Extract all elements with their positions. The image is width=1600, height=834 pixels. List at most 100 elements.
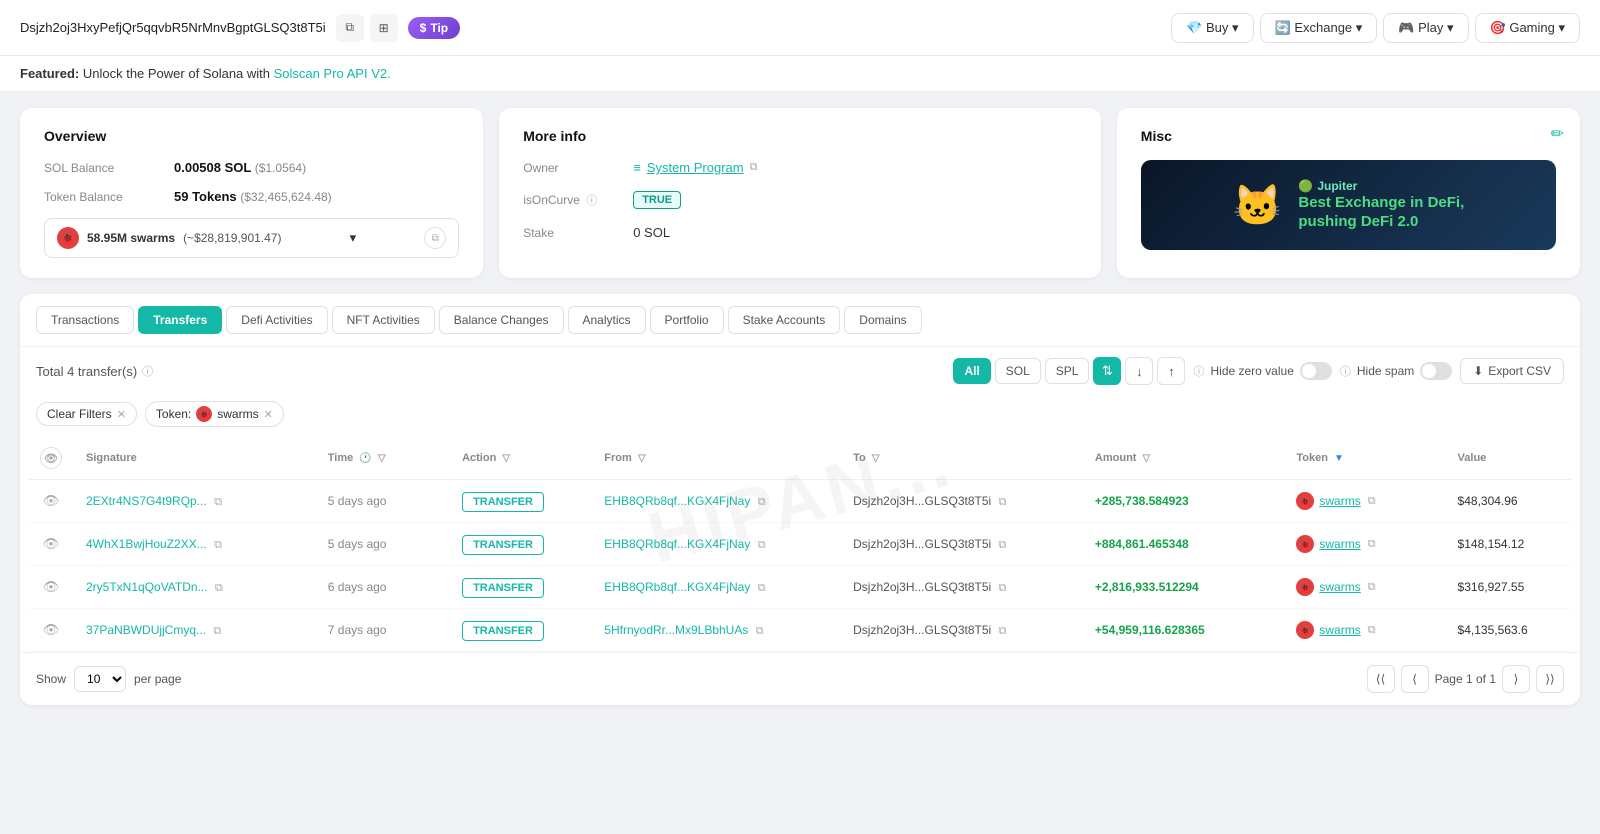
edit-icon[interactable]: ✏ bbox=[1551, 124, 1564, 144]
play-nav-button[interactable]: 🎮 Play ▾ bbox=[1383, 13, 1468, 43]
filter-sol-button[interactable]: SOL bbox=[995, 358, 1041, 384]
copy-token-icon-3[interactable]: ⧉ bbox=[1368, 624, 1376, 637]
next-page-button[interactable]: ⟩ bbox=[1502, 665, 1530, 693]
eye-icon-2[interactable]: 👁 bbox=[43, 579, 60, 594]
hide-zero-toggle[interactable] bbox=[1300, 362, 1332, 380]
row-eye-1[interactable]: 👁 bbox=[28, 523, 74, 566]
qr-code-button[interactable]: ⊞ bbox=[370, 14, 398, 42]
per-page-select[interactable]: 10 25 50 bbox=[74, 666, 126, 692]
token-cell-0: 🐞 swarms ⧉ bbox=[1296, 492, 1433, 510]
sig-link-2[interactable]: 2ry5TxN1qQoVATDn... bbox=[86, 580, 208, 594]
row-action-1: TRANSFER bbox=[450, 523, 592, 566]
row-token-1: 🐞 swarms ⧉ bbox=[1284, 523, 1445, 566]
tab-stake-accounts[interactable]: Stake Accounts bbox=[728, 306, 841, 334]
direction-both-button[interactable]: ⇅ bbox=[1093, 357, 1121, 385]
from-link-0[interactable]: EHB8QRb8qf...KGX4FjNay bbox=[604, 494, 750, 508]
token-cell-link-0[interactable]: swarms bbox=[1319, 494, 1360, 508]
copy-token-button[interactable]: ⧉ bbox=[424, 227, 446, 249]
copy-sig-icon-0[interactable]: ⧉ bbox=[214, 496, 222, 508]
row-eye-0[interactable]: 👁 bbox=[28, 480, 74, 523]
tab-defi-activities[interactable]: Defi Activities bbox=[226, 306, 327, 334]
copy-from-icon-0[interactable]: ⧉ bbox=[758, 496, 766, 508]
time-filter-icon[interactable]: ▽ bbox=[378, 453, 386, 464]
tab-analytics[interactable]: Analytics bbox=[568, 306, 646, 334]
tab-transactions[interactable]: Transactions bbox=[36, 306, 134, 334]
hide-spam-toggle[interactable] bbox=[1420, 362, 1452, 380]
amount-filter-icon[interactable]: ▽ bbox=[1143, 453, 1151, 464]
copy-token-icon-1[interactable]: ⧉ bbox=[1368, 538, 1376, 551]
system-program-link[interactable]: System Program bbox=[647, 160, 744, 175]
time-clock-icon[interactable]: 🕐 bbox=[359, 453, 371, 464]
action-filter-icon[interactable]: ▽ bbox=[502, 453, 510, 464]
tab-portfolio[interactable]: Portfolio bbox=[650, 306, 724, 334]
token-filter-tag[interactable]: Token: 🐞 swarms ✕ bbox=[145, 401, 284, 427]
copy-from-icon-3[interactable]: ⧉ bbox=[756, 625, 764, 637]
from-link-2[interactable]: EHB8QRb8qf...KGX4FjNay bbox=[604, 580, 750, 594]
exchange-nav-button[interactable]: 🔄 Exchange ▾ bbox=[1260, 13, 1378, 43]
last-page-button[interactable]: ⟩⟩ bbox=[1536, 665, 1564, 693]
copy-to-icon-0[interactable]: ⧉ bbox=[999, 496, 1007, 508]
row-eye-3[interactable]: 👁 bbox=[28, 609, 74, 652]
copy-owner-icon[interactable]: ⧉ bbox=[750, 161, 758, 174]
from-link-3[interactable]: 5HfrnyodRr...Mx9LBbhUAs bbox=[604, 623, 748, 637]
topbar-nav: 💎 Buy ▾ 🔄 Exchange ▾ 🎮 Play ▾ 🎯 Gaming ▾ bbox=[1171, 13, 1580, 43]
eye-icon-0[interactable]: 👁 bbox=[43, 493, 60, 508]
eye-header-icon[interactable]: 👁 bbox=[40, 447, 62, 469]
copy-token-icon-0[interactable]: ⧉ bbox=[1368, 495, 1376, 508]
misc-banner[interactable]: 🐱 🟢 Jupiter Best Exchange in DeFi,pushin… bbox=[1141, 160, 1556, 250]
tip-badge[interactable]: $ Tip bbox=[408, 17, 460, 39]
export-csv-button[interactable]: ⬇ Export CSV bbox=[1460, 358, 1564, 384]
copy-address-button[interactable]: ⧉ bbox=[336, 14, 364, 42]
sol-balance-label: SOL Balance bbox=[44, 161, 174, 175]
buy-nav-button[interactable]: 💎 Buy ▾ bbox=[1171, 13, 1253, 43]
tab-transfers[interactable]: Transfers bbox=[138, 306, 222, 334]
copy-from-icon-1[interactable]: ⧉ bbox=[758, 539, 766, 551]
copy-sig-icon-3[interactable]: ⧉ bbox=[213, 625, 221, 637]
token-selector[interactable]: 🐞 58.95M swarms (~$28,819,901.47) ▾ ⧉ bbox=[44, 218, 459, 258]
copy-sig-icon-2[interactable]: ⧉ bbox=[215, 582, 223, 594]
copy-to-icon-1[interactable]: ⧉ bbox=[999, 539, 1007, 551]
eye-icon-1[interactable]: 👁 bbox=[43, 536, 60, 551]
direction-down-button[interactable]: ↓ bbox=[1125, 357, 1153, 385]
time-text-2: 6 days ago bbox=[328, 580, 387, 594]
to-text-3: Dsjzh2oj3H...GLSQ3t8T5i bbox=[853, 623, 991, 637]
sig-link-1[interactable]: 4WhX1BwjHouZ2XX... bbox=[86, 537, 207, 551]
tab-nft-activities[interactable]: NFT Activities bbox=[332, 306, 435, 334]
copy-to-icon-3[interactable]: ⧉ bbox=[999, 625, 1007, 637]
row-action-3: TRANSFER bbox=[450, 609, 592, 652]
token-cell-icon-1: 🐞 bbox=[1296, 535, 1314, 553]
to-filter-icon[interactable]: ▽ bbox=[872, 453, 880, 464]
filter-spl-button[interactable]: SPL bbox=[1045, 358, 1090, 384]
token-cell-link-3[interactable]: swarms bbox=[1319, 623, 1360, 637]
token-cell-link-2[interactable]: swarms bbox=[1319, 580, 1360, 594]
tab-balance-changes[interactable]: Balance Changes bbox=[439, 306, 564, 334]
direction-up-button[interactable]: ↑ bbox=[1157, 357, 1185, 385]
sig-link-3[interactable]: 37PaNBWDUjjCmyq... bbox=[86, 623, 206, 637]
true-badge: TRUE bbox=[633, 191, 681, 209]
from-filter-icon[interactable]: ▽ bbox=[638, 453, 646, 464]
chevron-down-icon: ▾ bbox=[350, 230, 357, 246]
row-eye-2[interactable]: 👁 bbox=[28, 566, 74, 609]
first-page-button[interactable]: ⟨⟨ bbox=[1367, 665, 1395, 693]
copy-to-icon-2[interactable]: ⧉ bbox=[999, 582, 1007, 594]
token-filter-active-icon[interactable]: ▼ bbox=[1334, 453, 1344, 464]
gaming-nav-button[interactable]: 🎯 Gaming ▾ bbox=[1475, 13, 1580, 43]
token-filter-x[interactable]: ✕ bbox=[264, 408, 273, 421]
clear-filters-tag[interactable]: Clear Filters ✕ bbox=[36, 402, 137, 426]
eye-icon-3[interactable]: 👁 bbox=[43, 622, 60, 637]
from-link-1[interactable]: EHB8QRb8qf...KGX4FjNay bbox=[604, 537, 750, 551]
prev-page-button[interactable]: ⟨ bbox=[1401, 665, 1429, 693]
copy-token-icon-2[interactable]: ⧉ bbox=[1368, 581, 1376, 594]
filter-all-button[interactable]: All bbox=[953, 358, 990, 384]
tip-label: Tip bbox=[430, 21, 448, 35]
featured-link[interactable]: Solscan Pro API V2. bbox=[274, 66, 391, 81]
token-cell-link-1[interactable]: swarms bbox=[1319, 537, 1360, 551]
is-on-curve-label: isOnCurve ⓘ bbox=[523, 192, 633, 208]
copy-from-icon-2[interactable]: ⧉ bbox=[758, 582, 766, 594]
is-on-curve-value: TRUE bbox=[633, 191, 681, 209]
tab-domains[interactable]: Domains bbox=[844, 306, 921, 334]
clear-filters-x[interactable]: ✕ bbox=[117, 408, 126, 421]
transfer-badge-1: TRANSFER bbox=[462, 535, 544, 555]
sig-link-0[interactable]: 2EXtr4NS7G4t9RQp... bbox=[86, 494, 207, 508]
copy-sig-icon-1[interactable]: ⧉ bbox=[214, 539, 222, 551]
